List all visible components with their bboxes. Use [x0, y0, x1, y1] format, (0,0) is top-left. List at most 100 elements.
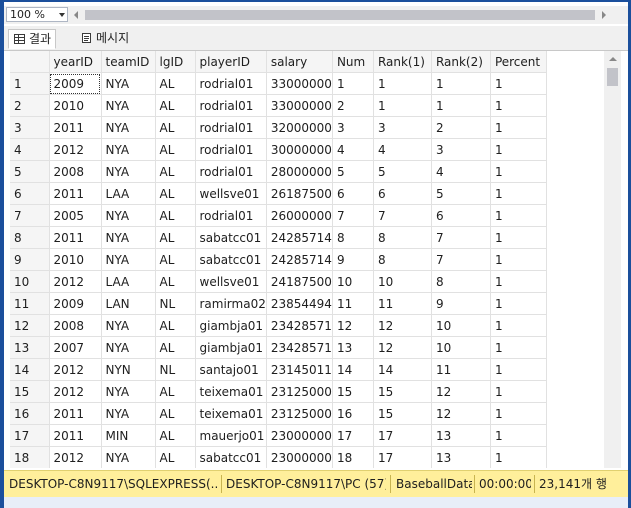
table-cell[interactable]: LAA	[101, 270, 156, 293]
table-cell[interactable]: AL	[155, 138, 196, 161]
tab-messages[interactable]: 메시지	[76, 29, 133, 49]
row-number-cell[interactable]: 15	[10, 380, 50, 403]
table-cell[interactable]: 2011	[49, 116, 102, 139]
table-cell[interactable]: 2012	[49, 270, 102, 293]
table-cell[interactable]: 1	[431, 72, 491, 95]
row-number-cell[interactable]: 11	[10, 292, 50, 315]
table-cell[interactable]: 26000000	[266, 204, 333, 227]
row-number-cell[interactable]: 17	[10, 424, 50, 447]
table-cell[interactable]: 14	[373, 358, 432, 381]
table-cell[interactable]: 2	[431, 116, 491, 139]
column-header[interactable]: yearID	[49, 51, 102, 73]
table-cell[interactable]: 12	[373, 336, 432, 359]
table-cell[interactable]: 2012	[49, 358, 102, 381]
table-cell[interactable]: 12	[332, 314, 374, 337]
table-cell[interactable]: 6	[332, 182, 374, 205]
table-cell[interactable]: LAA	[101, 182, 156, 205]
table-cell[interactable]: 1	[490, 336, 547, 359]
table-cell[interactable]: 1	[490, 446, 547, 468]
table-cell[interactable]: mauerjo01	[195, 424, 267, 447]
table-cell[interactable]: 2011	[49, 402, 102, 425]
table-cell[interactable]: 23125000	[266, 402, 333, 425]
table-cell[interactable]: 2009	[49, 292, 102, 315]
tab-results[interactable]: 결과	[8, 29, 57, 49]
table-cell[interactable]: sabatcc01	[195, 248, 267, 271]
table-row[interactable]: 7 2005 NYA AL rodrial01 26000000 7 7 6 1	[10, 204, 547, 227]
column-header[interactable]: Percent	[490, 51, 547, 73]
table-cell[interactable]: 1	[490, 116, 547, 139]
table-cell[interactable]: AL	[155, 314, 196, 337]
table-cell[interactable]: 1	[490, 292, 547, 315]
table-cell[interactable]: 1	[490, 138, 547, 161]
results-grid[interactable]: yearID teamID lgID playerID salary Num Rank(1)…	[10, 51, 598, 468]
table-cell[interactable]: 1	[490, 160, 547, 183]
table-cell[interactable]: 6	[431, 204, 491, 227]
table-row[interactable]: 17 2011 MIN AL mauerjo01 23000000 17 17 13 1	[10, 424, 547, 447]
horizontal-scrollbar[interactable]	[72, 8, 608, 22]
table-cell[interactable]: rodrial01	[195, 116, 267, 139]
table-cell[interactable]: 1	[490, 402, 547, 425]
table-cell[interactable]: 10	[431, 314, 491, 337]
table-cell[interactable]: 32000000	[266, 116, 333, 139]
table-cell[interactable]: 1	[373, 94, 432, 117]
table-cell[interactable]: 23854494	[266, 292, 333, 315]
column-header[interactable]: playerID	[195, 51, 267, 73]
table-cell[interactable]: 14	[332, 358, 374, 381]
table-cell[interactable]: AL	[155, 248, 196, 271]
table-cell[interactable]: 2012	[49, 138, 102, 161]
table-cell[interactable]: AL	[155, 270, 196, 293]
table-cell[interactable]: rodrial01	[195, 94, 267, 117]
table-cell[interactable]: AL	[155, 116, 196, 139]
chevron-down-icon[interactable]	[59, 13, 65, 17]
table-cell[interactable]: giambja01	[195, 336, 267, 359]
table-cell[interactable]: NYA	[101, 160, 156, 183]
table-cell[interactable]: 2011	[49, 226, 102, 249]
table-cell[interactable]: 1	[490, 94, 547, 117]
table-cell[interactable]: 11	[332, 292, 374, 315]
row-number-cell[interactable]: 7	[10, 204, 50, 227]
table-cell[interactable]: NYA	[101, 138, 156, 161]
table-row[interactable]: 12 2008 NYA AL giambja01 23428571 12 12 10 1	[10, 314, 547, 337]
table-cell[interactable]: 2	[332, 94, 374, 117]
table-row[interactable]: 8 2011 NYA AL sabatcc01 24285714 8 8 7 1	[10, 226, 547, 249]
table-cell[interactable]: LAN	[101, 292, 156, 315]
row-number-cell[interactable]: 5	[10, 160, 50, 183]
vertical-scroll-thumb[interactable]	[607, 68, 618, 86]
table-cell[interactable]: 8	[332, 226, 374, 249]
table-cell[interactable]: 10	[332, 270, 374, 293]
table-cell[interactable]: 3	[373, 116, 432, 139]
table-cell[interactable]: 4	[332, 138, 374, 161]
scroll-up-icon[interactable]	[609, 57, 617, 61]
table-cell[interactable]: 17	[332, 424, 374, 447]
table-cell[interactable]: sabatcc01	[195, 226, 267, 249]
table-cell[interactable]: 1	[490, 424, 547, 447]
table-cell[interactable]: rodrial01	[195, 204, 267, 227]
table-cell[interactable]: teixema01	[195, 380, 267, 403]
table-cell[interactable]: AL	[155, 424, 196, 447]
table-cell[interactable]: 26187500	[266, 182, 333, 205]
table-cell[interactable]: 23000000	[266, 446, 333, 468]
table-row[interactable]: 4 2012 NYA AL rodrial01 30000000 4 4 3 1	[10, 138, 547, 161]
table-cell[interactable]: 23145011	[266, 358, 333, 381]
column-header[interactable]: Rank(2)	[431, 51, 491, 73]
table-cell[interactable]: AL	[155, 182, 196, 205]
table-cell[interactable]: 16	[332, 402, 374, 425]
table-cell[interactable]: 24285714	[266, 248, 333, 271]
table-cell[interactable]: 8	[373, 226, 432, 249]
table-cell[interactable]: 18	[332, 446, 374, 468]
table-cell[interactable]: 24285714	[266, 226, 333, 249]
row-number-cell[interactable]: 12	[10, 314, 50, 337]
table-row[interactable]: 5 2008 NYA AL rodrial01 28000000 5 5 4 1	[10, 160, 547, 183]
table-cell[interactable]: 4	[431, 160, 491, 183]
table-cell[interactable]: AL	[155, 446, 196, 468]
table-row[interactable]: 10 2012 LAA AL wellsve01 24187500 10 10 8 1	[10, 270, 547, 293]
table-cell[interactable]: NYA	[101, 248, 156, 271]
row-number-cell[interactable]: 1	[10, 72, 50, 95]
table-cell[interactable]: 7	[332, 204, 374, 227]
table-row[interactable]: 3 2011 NYA AL rodrial01 32000000 3 3 2 1	[10, 116, 547, 139]
table-cell[interactable]: 5	[332, 160, 374, 183]
table-cell[interactable]: 1	[490, 226, 547, 249]
table-cell[interactable]: NYA	[101, 72, 156, 95]
zoom-dropdown[interactable]: 100 %	[6, 7, 68, 22]
table-cell[interactable]: AL	[155, 204, 196, 227]
